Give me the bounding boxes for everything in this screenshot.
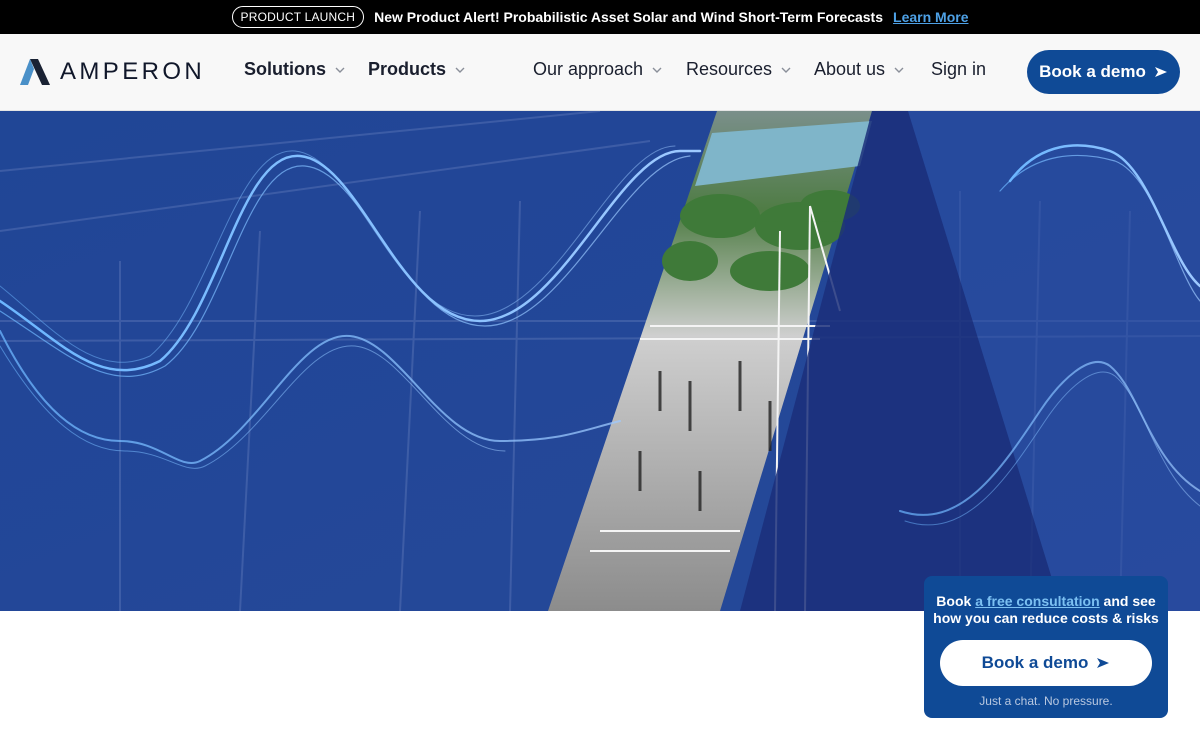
nav-resources-label: Resources bbox=[686, 59, 773, 79]
brand-logo[interactable]: AMPERON bbox=[20, 57, 205, 87]
hero-banner bbox=[0, 111, 1200, 611]
free-consultation-link[interactable]: a free consultation bbox=[975, 593, 1099, 609]
nav-products-label: Products bbox=[368, 59, 447, 79]
nav-our-approach[interactable]: Our approach bbox=[533, 59, 663, 80]
nav-solutions[interactable]: Solutions bbox=[244, 59, 346, 80]
chevron-down-icon bbox=[652, 67, 662, 73]
card-line-1: Book a free consultation and see bbox=[924, 593, 1168, 610]
card-line-2: how you can reduce costs & risks bbox=[933, 610, 1159, 626]
card-rest: and see bbox=[1099, 593, 1156, 609]
card-book-demo-button[interactable]: Book a demo bbox=[940, 640, 1152, 686]
card-note: Just a chat. No pressure. bbox=[979, 694, 1113, 708]
product-launch-badge: PRODUCT LAUNCH bbox=[231, 6, 365, 28]
learn-more-link[interactable]: Learn More bbox=[893, 9, 968, 25]
nav-signin-label: Sign in bbox=[931, 59, 987, 79]
chevron-down-icon bbox=[455, 67, 465, 73]
book-demo-label: Book a demo bbox=[1039, 62, 1146, 81]
card-book-demo-label: Book a demo bbox=[981, 653, 1089, 672]
nav-about-label: About us bbox=[814, 59, 886, 79]
nav-resources[interactable]: Resources bbox=[686, 59, 792, 80]
nav-solutions-label: Solutions bbox=[244, 59, 326, 79]
nav-sign-in[interactable]: Sign in bbox=[931, 59, 986, 80]
card-prefix: Book bbox=[936, 593, 972, 609]
announcement-message: New Product Alert! Probabilistic Asset S… bbox=[374, 9, 884, 25]
main-nav: AMPERON Solutions Products Our approach … bbox=[0, 34, 1200, 111]
book-demo-button[interactable]: Book a demo bbox=[1027, 50, 1180, 94]
nav-products[interactable]: Products bbox=[368, 59, 466, 80]
send-arrow-icon bbox=[1097, 658, 1110, 668]
brand-name: AMPERON bbox=[60, 58, 206, 85]
chevron-down-icon bbox=[335, 67, 345, 73]
hero-image bbox=[0, 111, 1200, 611]
announcement-bar: PRODUCT LAUNCH New Product Alert! Probab… bbox=[0, 0, 1200, 34]
chevron-down-icon bbox=[894, 67, 904, 73]
amperon-logo-icon bbox=[20, 59, 50, 85]
nav-about-us[interactable]: About us bbox=[814, 59, 905, 80]
send-arrow-icon bbox=[1154, 67, 1167, 77]
consultation-card: Book a free consultation and see how you… bbox=[924, 576, 1168, 718]
chevron-down-icon bbox=[781, 67, 791, 73]
nav-approach-label: Our approach bbox=[533, 59, 644, 79]
